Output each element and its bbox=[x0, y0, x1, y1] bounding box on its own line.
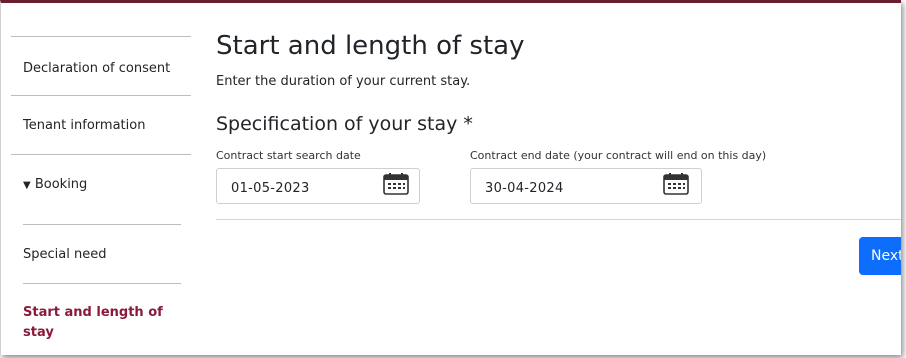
sidebar-item-tenant-information[interactable]: Tenant information bbox=[23, 116, 191, 136]
app-window: Declaration of consent Tenant informatio… bbox=[0, 0, 901, 355]
calendar-icon[interactable] bbox=[663, 173, 689, 195]
end-date-input[interactable] bbox=[485, 180, 635, 198]
sidebar-item-label: Tenant information bbox=[23, 118, 146, 133]
page-title: Start and length of stay bbox=[216, 31, 525, 61]
page-subtitle: Enter the duration of your current stay. bbox=[216, 74, 471, 89]
sidebar-divider bbox=[23, 283, 181, 284]
next-button[interactable]: Next bbox=[859, 237, 901, 275]
sidebar-item-label: Booking bbox=[34, 177, 88, 192]
sidebar-item-start-and-length-of-stay[interactable]: Start and length of stay bbox=[23, 303, 163, 343]
end-date-field[interactable] bbox=[470, 168, 702, 204]
section-title: Specification of your stay * bbox=[216, 113, 473, 135]
sidebar-item-label: Special need bbox=[23, 247, 107, 262]
section-divider bbox=[216, 219, 901, 220]
triangle-down-icon: ▼ bbox=[23, 180, 31, 191]
start-date-label: Contract start search date bbox=[216, 149, 361, 162]
sidebar-nav: Declaration of consent Tenant informatio… bbox=[11, 3, 191, 355]
calendar-icon[interactable] bbox=[383, 173, 409, 195]
start-date-input[interactable] bbox=[231, 180, 381, 198]
sidebar-divider bbox=[11, 36, 191, 37]
sidebar-item-label: Start and length of stay bbox=[23, 305, 163, 340]
main-content: Start and length of stay Enter the durat… bbox=[216, 3, 901, 355]
end-date-label: Contract end date (your contract will en… bbox=[470, 149, 767, 162]
sidebar-divider bbox=[11, 95, 191, 96]
sidebar-divider bbox=[23, 224, 181, 225]
sidebar-item-label: Declaration of consent bbox=[23, 61, 171, 76]
start-date-field[interactable] bbox=[216, 168, 420, 204]
sidebar-divider bbox=[11, 154, 191, 155]
sidebar-item-booking[interactable]: ▼ Booking bbox=[23, 175, 191, 196]
sidebar-item-declaration-of-consent[interactable]: Declaration of consent bbox=[23, 59, 191, 79]
sidebar-item-special-need[interactable]: Special need bbox=[23, 245, 191, 265]
